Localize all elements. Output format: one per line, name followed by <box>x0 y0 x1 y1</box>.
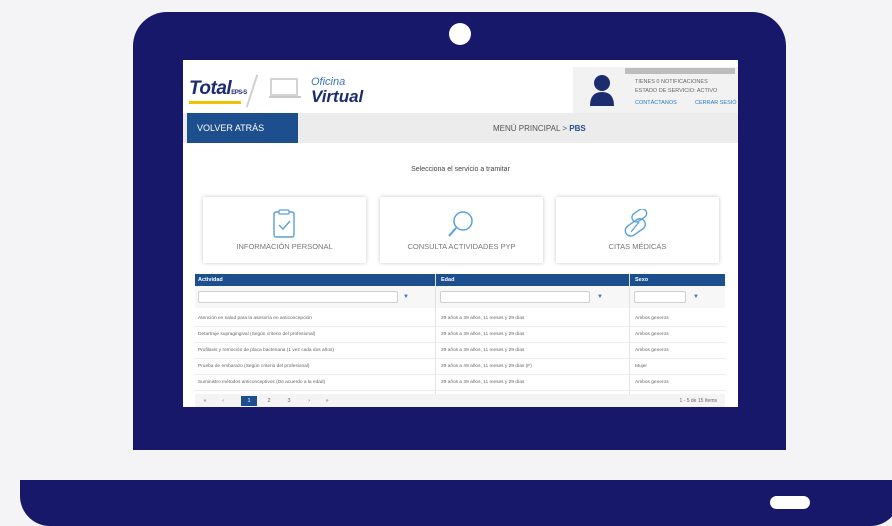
card-label: CONSULTA ACTIVIDADES PYP <box>407 242 516 251</box>
cell-sexo: Ambos generos <box>635 348 669 353</box>
filter-icon[interactable]: ▼ <box>693 294 699 300</box>
power-light-icon <box>770 496 810 509</box>
cell-sexo: Ambos generos <box>635 332 669 337</box>
table-row[interactable]: Suministro métodos anticonceptivos (De a… <box>195 375 725 391</box>
cell-sexo: Mujer <box>635 364 647 369</box>
cell-actividad: Profilaxis y remoción de placa bacterian… <box>198 348 334 353</box>
cell-edad: 29 años a 49 años, 11 meses y 29 días (F… <box>441 364 532 369</box>
card-informacion-personal[interactable]: INFORMACIÓN PERSONAL <box>203 197 366 263</box>
user-status-bar <box>625 68 735 74</box>
app-header: TotalEPS-S Oficina Virtual TIENES 0 NOTI… <box>183 60 738 113</box>
next-page-button[interactable]: › <box>301 396 317 406</box>
filter-icon[interactable]: ▼ <box>597 294 603 300</box>
breadcrumb-parent[interactable]: MENÚ PRINCIPAL > <box>493 124 569 133</box>
checklist-icon <box>273 209 295 238</box>
table-row[interactable]: Detartraje supragingival (Según criterio… <box>195 327 725 343</box>
service-prompt: Selecciona el servicio a tramitar <box>411 166 510 173</box>
logout-link[interactable]: CERRAR SESIÓ <box>695 100 737 106</box>
cell-actividad: Atención en salud para la asesoría en an… <box>198 316 312 321</box>
column-header-sexo[interactable]: Sexo <box>635 277 648 283</box>
brand-name: Total <box>189 78 232 99</box>
column-header-actividad[interactable]: Actividad <box>198 277 223 283</box>
service-status-text: ESTADO DE SERVICIO: ACTIVO <box>635 88 718 94</box>
cell-actividad: Prueba de embarazo (Según criterio del p… <box>198 364 310 369</box>
page-button-1[interactable]: 1 <box>241 396 257 406</box>
table-row[interactable]: Atención en salud para la asesoría en an… <box>195 311 725 327</box>
app-screen: TotalEPS-S Oficina Virtual TIENES 0 NOTI… <box>183 60 738 407</box>
card-label: INFORMACIÓN PERSONAL <box>236 242 333 251</box>
cell-edad: 29 años a 39 años, 11 meses y 29 días <box>441 332 525 337</box>
brand-underline <box>189 101 241 104</box>
brand-suffix: EPS-S <box>231 90 247 96</box>
card-label: CITAS MÉDICAS <box>608 242 667 251</box>
card-citas-medicas[interactable]: CITAS MÉDICAS <box>556 197 719 263</box>
pills-icon <box>624 209 648 237</box>
page-button-3[interactable]: 3 <box>281 396 297 406</box>
cell-actividad: Suministro métodos anticonceptivos (De a… <box>198 380 326 385</box>
filter-icon[interactable]: ▼ <box>403 294 409 300</box>
notifications-text[interactable]: TIENES 0 NOTIFICACIONES <box>635 79 708 85</box>
filter-input-actividad[interactable] <box>198 291 398 303</box>
nav-bar: VOLVER ATRÁS MENÚ PRINCIPAL > PBS <box>183 113 738 143</box>
user-panel: TIENES 0 NOTIFICACIONES ESTADO DE SERVIC… <box>573 67 738 113</box>
breadcrumb-current: PBS <box>569 124 586 133</box>
cell-actividad: Detartraje supragingival (Según criterio… <box>198 332 316 337</box>
filter-input-edad[interactable] <box>440 291 590 303</box>
cell-edad: 29 años a 39 años, 11 meses y 29 días <box>441 348 525 353</box>
monitor-icon <box>269 78 301 98</box>
contact-link[interactable]: CONTÁCTANOS <box>635 100 677 106</box>
page-button-2[interactable]: 2 <box>261 396 277 406</box>
table-row[interactable]: Profilaxis y remoción de placa bacterian… <box>195 343 725 359</box>
last-page-button[interactable]: » <box>319 396 335 406</box>
camera-icon <box>449 23 471 45</box>
cell-edad: 29 años a 39 años, 11 meses y 29 días <box>441 316 525 321</box>
search-icon <box>448 211 473 237</box>
virtual-text: Virtual <box>311 87 364 106</box>
column-header-edad[interactable]: Edad <box>441 277 454 283</box>
card-consulta-actividades[interactable]: CONSULTA ACTIVIDADES PYP <box>380 197 543 263</box>
breadcrumb: MENÚ PRINCIPAL > PBS <box>493 124 586 133</box>
user-icon[interactable] <box>589 73 615 107</box>
pagination-info: 1 - 5 de 15 ítems <box>679 398 717 404</box>
pagination: « ‹ 1 2 3 › » 1 - 5 de 15 ítems <box>195 394 725 407</box>
filter-input-sexo[interactable] <box>634 291 686 303</box>
prev-page-button[interactable]: ‹ <box>215 396 231 406</box>
filter-row: ▼ ▼ ▼ <box>195 286 725 308</box>
table-row[interactable]: Prueba de embarazo (Según criterio del p… <box>195 359 725 375</box>
cell-sexo: Ambos generos <box>635 316 669 321</box>
table-header: Actividad Edad Sexo <box>195 274 725 286</box>
back-button[interactable]: VOLVER ATRÁS <box>187 113 298 143</box>
cell-edad: 29 años a 39 años, 11 meses y 29 días <box>441 380 525 385</box>
logo-divider <box>245 74 259 108</box>
laptop-base <box>20 480 892 526</box>
cell-sexo: Ambos generos <box>635 380 669 385</box>
brand-logo[interactable]: TotalEPS-S <box>189 78 247 100</box>
first-page-button[interactable]: « <box>197 396 213 406</box>
